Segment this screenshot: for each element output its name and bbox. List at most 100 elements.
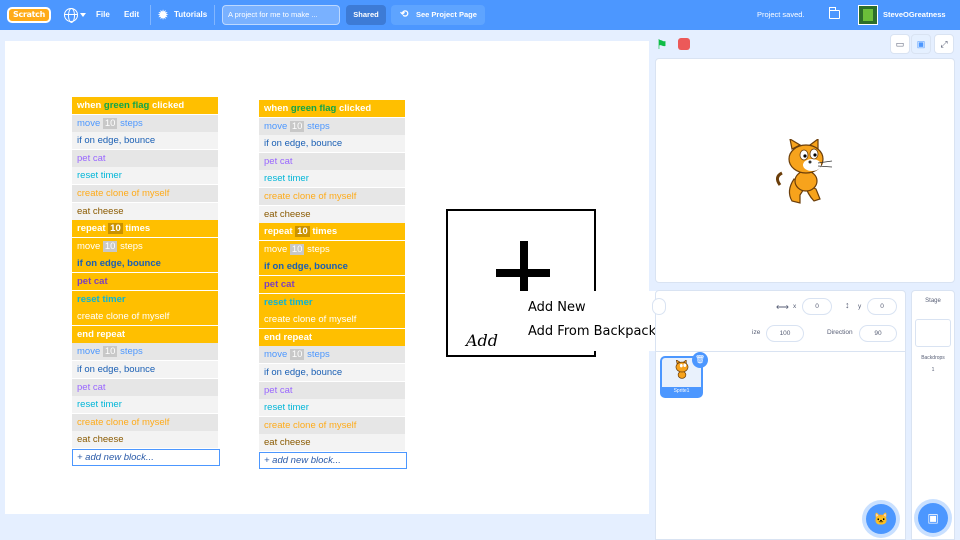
menu-bar: Scratch File Edit ✹ Tutorials A project … bbox=[0, 0, 960, 30]
menu-item-add-from-backpack[interactable]: Add From Backpack bbox=[528, 324, 656, 339]
code-block[interactable]: create clone of myself bbox=[259, 311, 405, 329]
menu-divider bbox=[214, 5, 215, 25]
code-block[interactable]: if on edge, bounce bbox=[72, 361, 218, 378]
add-sprite-button[interactable]: 🐱 bbox=[866, 504, 896, 534]
normal-stage-button[interactable]: ▣ bbox=[911, 34, 931, 54]
globe-icon[interactable] bbox=[64, 8, 78, 23]
block-text: clicked bbox=[336, 103, 372, 114]
code-block[interactable]: move 10 steps bbox=[259, 346, 405, 364]
backdrops-count: 1 bbox=[931, 367, 935, 373]
stage-canvas[interactable] bbox=[655, 58, 955, 283]
see-project-page-button[interactable]: ⟲ See Project Page bbox=[391, 5, 485, 25]
code-block[interactable]: create clone of myself bbox=[72, 185, 218, 202]
file-menu[interactable]: File bbox=[96, 0, 110, 30]
number-input[interactable]: 10 bbox=[289, 349, 305, 361]
block-text: when bbox=[77, 100, 104, 111]
green-flag-icon[interactable]: ⚑ bbox=[656, 37, 668, 53]
fullscreen-button[interactable]: ⤢ bbox=[934, 34, 954, 54]
code-block[interactable]: reset timer bbox=[72, 396, 218, 414]
code-block[interactable]: reset timer bbox=[259, 293, 405, 311]
lightbulb-icon[interactable]: ✹ bbox=[158, 8, 170, 22]
code-block[interactable]: create clone of myself bbox=[72, 308, 218, 326]
add-backdrop-button[interactable]: ▣ bbox=[918, 503, 948, 533]
code-block[interactable]: if on edge, bounce bbox=[72, 255, 218, 273]
stop-icon[interactable] bbox=[678, 38, 690, 50]
small-stage-button[interactable]: ▭ bbox=[890, 34, 910, 54]
number-input[interactable]: 10 bbox=[102, 346, 118, 358]
code-block[interactable]: move 10 steps bbox=[259, 240, 405, 258]
add-new-block-button[interactable]: + add new block... bbox=[259, 452, 407, 469]
number-input[interactable]: 10 bbox=[289, 243, 305, 255]
code-block[interactable]: create clone of myself bbox=[259, 188, 405, 205]
code-block[interactable]: pet cat bbox=[72, 273, 218, 290]
code-block[interactable]: move 10 steps bbox=[72, 237, 218, 255]
code-block[interactable]: move 10 steps bbox=[259, 117, 405, 135]
username[interactable]: SteveOGreatness bbox=[883, 0, 946, 30]
code-block[interactable]: repeat 10 times bbox=[72, 220, 218, 238]
code-block[interactable]: reset timer bbox=[72, 167, 218, 185]
project-title-input[interactable]: A project for me to make ... bbox=[222, 5, 340, 25]
number-input[interactable]: 10 bbox=[108, 223, 123, 235]
trash-icon[interactable]: 🗑 bbox=[692, 352, 708, 368]
code-block[interactable]: pet cat bbox=[259, 381, 405, 399]
block-text: pet cat bbox=[264, 155, 293, 167]
block-text: reset timer bbox=[264, 296, 313, 308]
shared-button[interactable]: Shared bbox=[346, 5, 386, 25]
code-block[interactable]: reset timer bbox=[72, 290, 218, 308]
remix-icon: ⟲ bbox=[400, 9, 409, 20]
code-block[interactable]: pet cat bbox=[259, 276, 405, 293]
edit-menu[interactable]: Edit bbox=[124, 0, 139, 30]
menu-item-add-new[interactable]: Add New bbox=[528, 300, 586, 315]
block-text: end repeat bbox=[77, 328, 126, 340]
folder-icon[interactable] bbox=[829, 7, 840, 19]
code-block[interactable]: create clone of myself bbox=[259, 416, 405, 434]
code-block[interactable]: eat cheese bbox=[259, 205, 405, 223]
block-text: green flag bbox=[290, 103, 337, 114]
code-block[interactable]: move 10 steps bbox=[72, 343, 218, 361]
see-project-page-label: See Project Page bbox=[416, 10, 477, 19]
sprite-name-field[interactable] bbox=[652, 298, 666, 315]
code-block[interactable]: eat cheese bbox=[72, 202, 218, 220]
code-block[interactable]: pet cat bbox=[72, 149, 218, 167]
code-block[interactable]: pet cat bbox=[259, 152, 405, 170]
code-block[interactable]: if on edge, bounce bbox=[259, 135, 405, 153]
block-text: reset timer bbox=[264, 173, 309, 185]
block-text: pet cat bbox=[77, 152, 106, 164]
block-text: steps bbox=[117, 117, 143, 129]
number-input[interactable]: 10 bbox=[289, 120, 305, 132]
stage-thumbnail[interactable] bbox=[915, 319, 951, 347]
code-block[interactable]: reset timer bbox=[259, 399, 405, 417]
save-status: Project saved. bbox=[757, 10, 805, 19]
sketch-label: Add bbox=[466, 331, 499, 350]
avatar[interactable] bbox=[858, 5, 878, 25]
code-block[interactable]: eat cheese bbox=[72, 431, 218, 449]
code-block[interactable]: if on edge, bounce bbox=[259, 258, 405, 276]
code-block[interactable]: end repeat bbox=[72, 325, 218, 343]
code-block[interactable]: end repeat bbox=[259, 328, 405, 346]
code-block[interactable]: move 10 steps bbox=[72, 114, 218, 132]
add-new-block-button[interactable]: + add new block... bbox=[72, 449, 220, 466]
block-text: reset timer bbox=[77, 293, 126, 305]
code-block[interactable]: when green flag clicked bbox=[259, 100, 405, 117]
number-input[interactable]: 10 bbox=[295, 226, 310, 238]
code-block[interactable]: if on edge, bounce bbox=[259, 364, 405, 381]
code-block[interactable]: pet cat bbox=[72, 378, 218, 396]
cat-sprite[interactable] bbox=[774, 139, 838, 207]
code-block[interactable]: eat cheese bbox=[259, 434, 405, 452]
scratch-logo[interactable]: Scratch bbox=[7, 7, 51, 23]
direction-input[interactable]: 90 bbox=[859, 325, 897, 342]
y-input[interactable]: 0 bbox=[867, 298, 897, 315]
tutorials-menu[interactable]: Tutorials bbox=[174, 0, 207, 30]
code-canvas[interactable]: when green flag clicked move 10 steps if o… bbox=[5, 41, 649, 514]
x-input[interactable]: 0 bbox=[802, 298, 832, 315]
code-block[interactable]: create clone of myself bbox=[72, 413, 218, 431]
number-input[interactable]: 10 bbox=[102, 117, 118, 129]
code-block[interactable]: repeat 10 times bbox=[259, 223, 405, 241]
block-text: when bbox=[264, 103, 291, 114]
code-block[interactable]: reset timer bbox=[259, 170, 405, 188]
number-input[interactable]: 10 bbox=[102, 240, 118, 252]
code-block[interactable]: if on edge, bounce bbox=[72, 132, 218, 150]
code-block[interactable]: when green flag clicked bbox=[72, 97, 218, 114]
chevron-down-icon[interactable] bbox=[80, 13, 86, 17]
size-input[interactable]: 100 bbox=[766, 325, 804, 342]
